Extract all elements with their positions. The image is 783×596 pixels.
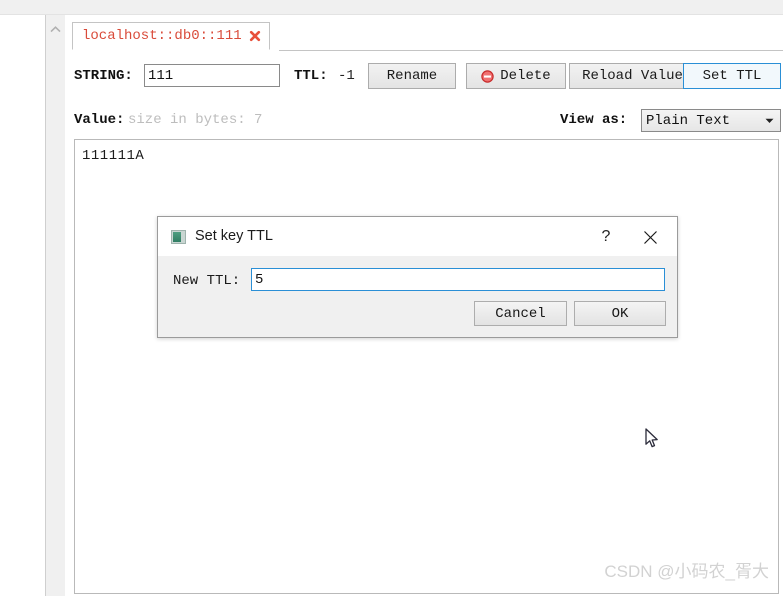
dialog-body: New TTL: Cancel OK	[158, 256, 677, 337]
set-key-ttl-dialog: Set key TTL ? New TTL: Cancel OK	[157, 216, 678, 338]
view-as-selected-label: Plain Text	[646, 112, 731, 129]
reload-value-button[interactable]: Reload Value	[569, 63, 696, 89]
ttl-value: -1	[338, 68, 355, 84]
key-name-input[interactable]	[144, 64, 280, 87]
rename-button-label: Rename	[386, 68, 438, 84]
panel-gap	[65, 15, 72, 596]
value-label: Value:	[74, 112, 125, 128]
vertical-scrollbar[interactable]	[46, 15, 65, 596]
close-x-icon[interactable]	[249, 30, 262, 43]
key-type-label: STRING:	[74, 68, 133, 84]
reload-value-button-label: Reload Value	[582, 68, 683, 84]
window-top-strip	[0, 0, 783, 15]
value-content: 111111A	[82, 148, 145, 164]
ok-button-label: OK	[611, 305, 629, 322]
help-button[interactable]: ?	[593, 225, 619, 249]
tab-localhost-db0-111[interactable]: localhost::db0::111	[72, 22, 270, 50]
chevron-down-icon	[765, 113, 774, 129]
cancel-button-label: Cancel	[495, 305, 546, 322]
delete-button-label: Delete	[500, 68, 551, 84]
dialog-title: Set key TTL	[195, 228, 273, 244]
app-square-icon	[171, 230, 186, 244]
new-ttl-input[interactable]	[251, 268, 665, 291]
view-as-label: View as:	[560, 112, 628, 128]
tab-bar: localhost::db0::111	[72, 22, 783, 51]
dialog-titlebar: Set key TTL ?	[158, 217, 677, 256]
app-window: localhost::db0::111 STRING: TTL: -1 Rena…	[0, 0, 783, 596]
tab-label: localhost::db0::111	[82, 28, 242, 44]
key-toolbar-row: STRING: TTL: -1 Rename Delete Reload Val…	[72, 63, 783, 93]
value-info-row: Value: size in bytes: 7 View as: Plain T…	[72, 109, 783, 135]
view-as-select[interactable]: Plain Text	[641, 109, 781, 132]
set-ttl-button-label: Set TTL	[702, 68, 762, 84]
delete-button[interactable]: Delete	[466, 63, 566, 89]
value-size-label: size in bytes: 7	[128, 112, 263, 128]
rename-button[interactable]: Rename	[368, 63, 456, 89]
left-panel	[0, 15, 46, 596]
cancel-button[interactable]: Cancel	[474, 301, 567, 326]
new-ttl-label: New TTL:	[173, 273, 241, 289]
set-ttl-button[interactable]: Set TTL	[683, 63, 781, 89]
tab-bar-filler	[279, 50, 783, 51]
ok-button[interactable]: OK	[574, 301, 666, 326]
delete-circle-icon	[481, 69, 494, 83]
close-x-icon[interactable]	[637, 225, 663, 249]
value-text-area[interactable]: 111111A	[74, 139, 779, 594]
ttl-label: TTL:	[294, 68, 328, 84]
chevron-up-icon[interactable]	[46, 21, 65, 38]
